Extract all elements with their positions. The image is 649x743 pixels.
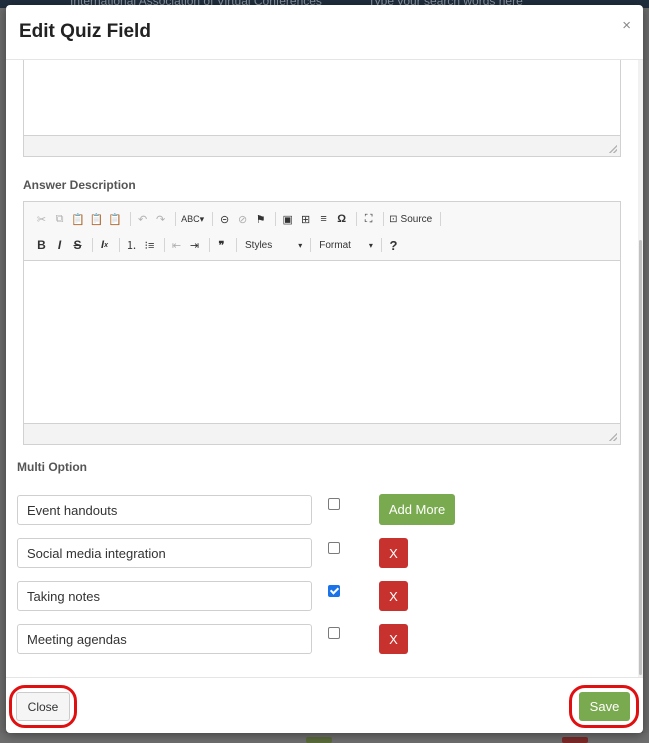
chevron-down-icon: ▾ [298,240,303,250]
cut-icon[interactable]: ✂ [34,211,49,227]
spellcheck-icon[interactable]: ABC▾ [180,211,205,227]
remove-option-button-2[interactable]: X [379,538,408,568]
option-input-3[interactable] [17,581,312,611]
anchor-icon[interactable]: ⚑ [253,211,268,227]
add-more-button[interactable]: Add More [379,494,455,525]
strikethrough-button[interactable]: S [70,237,85,253]
remove-option-button-4[interactable]: X [379,624,408,654]
format-label: Format [319,239,351,251]
answer-description-editor[interactable]: ✂ ⧉ 📋 📋 📋 ↶ ↷ ABC▾ ⊝ ⊘ ⚑ ▣ ⊞ ≡ Ω ⛶ ⊡ Sou… [23,201,621,445]
modal-footer: Close Save [6,677,643,734]
toolbar-row-1: ✂ ⧉ 📋 📋 📋 ↶ ↷ ABC▾ ⊝ ⊘ ⚑ ▣ ⊞ ≡ Ω ⛶ ⊡ Sou… [34,209,445,229]
chevron-down-icon: ▾ [368,240,373,250]
option-checkbox-4[interactable] [328,627,340,639]
indent-icon[interactable]: ⇥ [187,237,202,253]
option-input-2[interactable] [17,538,312,568]
editor-status-bar [24,423,620,444]
modal-body: Answer Description ✂ ⧉ 📋 📋 📋 ↶ ↷ ABC▾ ⊝ [6,60,643,677]
modal-header: Edit Quiz Field × [6,5,643,60]
styles-label: Styles [245,239,273,251]
paste-word-icon[interactable]: 📋 [107,211,123,227]
remove-option-button-3[interactable]: X [379,581,408,611]
editor-status-bar [24,135,620,156]
paste-icon[interactable]: 📋 [70,211,86,227]
maximize-icon[interactable]: ⛶ [361,211,376,227]
unlink-icon[interactable]: ⊘ [235,211,250,227]
multi-option-label: Multi Option [17,460,87,474]
resize-grip-icon[interactable] [609,433,617,441]
bulleted-list-icon[interactable]: ⁝≡ [142,237,157,253]
option-checkbox-1[interactable] [328,498,340,510]
close-highlight [9,685,77,728]
background-right-edge [643,8,649,743]
answer-description-label: Answer Description [23,178,136,192]
undo-icon[interactable]: ↶ [135,211,150,227]
editor-toolbar: ✂ ⧉ 📋 📋 📋 ↶ ↷ ABC▾ ⊝ ⊘ ⚑ ▣ ⊞ ≡ Ω ⛶ ⊡ Sou… [24,202,620,261]
source-button[interactable]: ⊡ Source [388,211,433,227]
save-highlight [569,685,639,728]
modal-scrollbar-thumb[interactable] [639,240,642,675]
close-icon[interactable]: × [622,17,631,34]
option-input-1[interactable] [17,495,312,525]
option-checkbox-3[interactable] [328,585,340,597]
question-editor[interactable] [23,60,621,157]
redo-icon[interactable]: ↷ [153,211,168,227]
table-icon[interactable]: ⊞ [298,211,313,227]
source-label: Source [400,213,433,225]
format-dropdown[interactable]: Format ▾ [315,240,377,251]
background-green-chip [306,737,332,743]
special-char-icon[interactable]: Ω [334,211,349,227]
remove-format-icon[interactable]: Ix [97,237,112,253]
option-checkbox-2[interactable] [328,542,340,554]
numbered-list-icon[interactable]: ⒈ [124,237,139,253]
styles-dropdown[interactable]: Styles ▾ [241,240,306,251]
copy-icon[interactable]: ⧉ [52,211,67,227]
option-input-4[interactable] [17,624,312,654]
horizontal-line-icon[interactable]: ≡ [316,211,331,227]
image-icon[interactable]: ▣ [280,211,295,227]
blockquote-icon[interactable]: ❞ [214,237,229,253]
background-red-chip [562,737,588,743]
paste-text-icon[interactable]: 📋 [89,211,105,227]
toolbar-row-2: B I S Ix ⒈ ⁝≡ ⇤ ⇥ ❞ Styles ▾ Format ▾ ? [34,235,404,255]
edit-quiz-field-modal: Edit Quiz Field × Answer Description ✂ ⧉… [6,5,643,733]
italic-button[interactable]: I [52,237,67,253]
source-icon: ⊡ [389,213,398,225]
help-button[interactable]: ? [386,237,401,253]
modal-title: Edit Quiz Field [19,21,151,42]
outdent-icon[interactable]: ⇤ [169,237,184,253]
resize-grip-icon[interactable] [609,145,617,153]
bold-button[interactable]: B [34,237,49,253]
link-icon[interactable]: ⊝ [217,211,232,227]
